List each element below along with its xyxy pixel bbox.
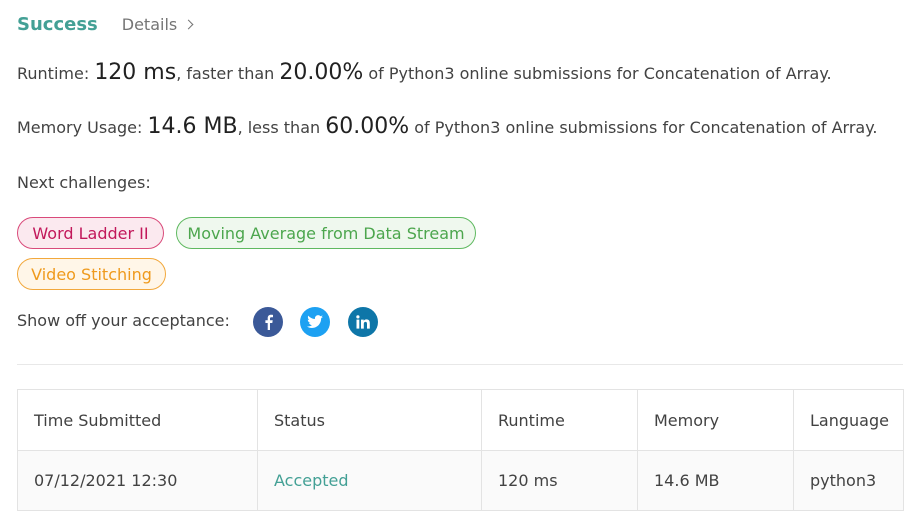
submission-result-page: Success Details Runtime: 120 ms, faster … xyxy=(0,0,908,527)
runtime-percent: 20.00% xyxy=(279,60,364,85)
facebook-icon xyxy=(265,314,273,330)
memory-value: 14.6 MB xyxy=(147,114,238,139)
challenge-video-stitching[interactable]: Video Stitching xyxy=(17,258,166,290)
linkedin-share-button[interactable] xyxy=(348,307,378,337)
cell-time-submitted: 07/12/2021 12:30 xyxy=(17,450,258,511)
column-header-language[interactable]: Language xyxy=(793,389,904,451)
cell-runtime: 120 ms xyxy=(481,450,638,511)
challenge-moving-average[interactable]: Moving Average from Data Stream xyxy=(176,217,476,249)
memory-percent: 60.00% xyxy=(325,114,410,139)
linkedin-icon xyxy=(356,315,370,329)
runtime-stat: Runtime: 120 ms, faster than 20.00% of P… xyxy=(17,60,832,85)
column-header-time-submitted[interactable]: Time Submitted xyxy=(17,389,258,451)
column-header-runtime[interactable]: Runtime xyxy=(481,389,638,451)
cell-status-accepted-link[interactable]: Accepted xyxy=(257,450,482,511)
section-divider xyxy=(17,364,903,365)
chevron-right-icon xyxy=(183,19,194,29)
status-label: Success xyxy=(17,13,98,35)
twitter-share-button[interactable] xyxy=(300,307,330,337)
result-header: Success Details xyxy=(17,10,194,38)
table-header-row: Time Submitted Status Runtime Memory Lan… xyxy=(17,389,904,451)
memory-suffix: of Python3 online submissions for Concat… xyxy=(414,118,878,137)
memory-label: Memory Usage: xyxy=(17,118,143,137)
twitter-icon xyxy=(307,315,323,328)
details-label: Details xyxy=(121,14,178,34)
runtime-value: 120 ms xyxy=(94,60,177,85)
runtime-comparison: , faster than xyxy=(176,64,275,83)
facebook-share-button[interactable] xyxy=(253,307,283,337)
table-row: 07/12/2021 12:30 Accepted 120 ms 14.6 MB… xyxy=(17,450,904,511)
column-header-status[interactable]: Status xyxy=(257,389,482,451)
memory-stat: Memory Usage: 14.6 MB, less than 60.00% … xyxy=(17,114,877,139)
memory-comparison: , less than xyxy=(237,118,321,137)
runtime-label: Runtime: xyxy=(17,64,90,83)
submissions-table: Time Submitted Status Runtime Memory Lan… xyxy=(17,389,904,511)
runtime-suffix: of Python3 online submissions for Concat… xyxy=(368,64,832,83)
cell-language: python3 xyxy=(793,450,904,511)
column-header-memory[interactable]: Memory xyxy=(637,389,794,451)
next-challenges-label: Next challenges: xyxy=(17,173,151,192)
details-link[interactable]: Details xyxy=(121,14,194,34)
challenge-word-ladder-ii[interactable]: Word Ladder II xyxy=(17,217,164,249)
cell-memory: 14.6 MB xyxy=(637,450,794,511)
share-label: Show off your acceptance: xyxy=(17,311,230,330)
